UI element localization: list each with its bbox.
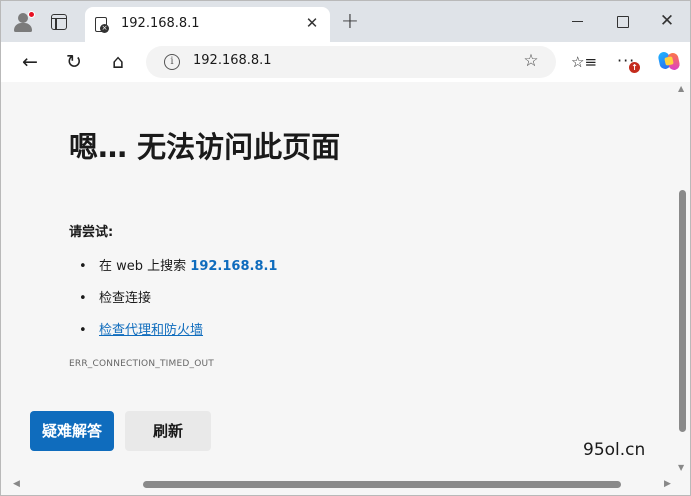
close-window-button[interactable]: ✕: [653, 9, 681, 33]
profile-notification-dot: [28, 11, 35, 18]
scroll-up-icon[interactable]: ▲: [678, 84, 684, 93]
profile-body: [14, 23, 32, 32]
refresh-button[interactable]: 刷新: [125, 411, 211, 451]
profile-head: [18, 13, 28, 23]
horizontal-scroll-thumb[interactable]: [143, 481, 621, 488]
tab-active[interactable]: × 192.168.8.1 ✕: [85, 7, 330, 42]
tab-strip: × 192.168.8.1 ✕ + ✕: [1, 1, 690, 42]
tab-actions-icon[interactable]: [51, 14, 67, 30]
address-url[interactable]: 192.168.8.1: [193, 53, 272, 68]
copilot-icon[interactable]: [657, 50, 681, 72]
bullet: •: [79, 291, 87, 306]
tab-actions-side: [55, 18, 57, 29]
search-web-link[interactable]: 192.168.8.1: [190, 259, 277, 274]
minimize-button[interactable]: [563, 9, 591, 33]
vertical-scroll-thumb[interactable]: [679, 190, 686, 432]
toolbar: ← ↻ ⌂ i 192.168.8.1 ☆ ☆≡ ··· ↑: [1, 42, 690, 82]
scroll-left-icon[interactable]: ◀: [13, 479, 20, 489]
bullet: •: [79, 259, 87, 274]
favicon-badge: ×: [100, 24, 109, 33]
watermark: 95ol.cn: [583, 440, 646, 460]
copilot-shape-c: [664, 56, 674, 66]
site-info-icon[interactable]: i: [164, 54, 180, 70]
list-item: • 在 web 上搜索 192.168.8.1: [79, 255, 277, 274]
refresh-icon[interactable]: ↻: [62, 50, 86, 74]
list-item: • 检查连接: [79, 287, 151, 306]
scroll-right-icon[interactable]: ▶: [664, 479, 671, 489]
update-badge-icon: ↑: [629, 62, 640, 73]
list-item: • 检查代理和防火墙: [79, 319, 203, 338]
browser-window: × 192.168.8.1 ✕ + ✕ ← ↻ ⌂ i 192.168.8.1 …: [0, 0, 691, 496]
horizontal-scrollbar[interactable]: ◀ ▶: [1, 476, 690, 495]
check-proxy-link[interactable]: 检查代理和防火墙: [99, 323, 203, 338]
favorites-list-icon[interactable]: ☆≡: [571, 50, 597, 74]
tab-title: 192.168.8.1: [121, 16, 200, 31]
more-menu-icon[interactable]: ··· ↑: [617, 51, 641, 75]
address-bar[interactable]: i 192.168.8.1 ☆: [146, 46, 556, 78]
favorite-star-icon[interactable]: ☆: [520, 50, 542, 72]
back-icon[interactable]: ←: [18, 50, 42, 74]
check-connection-text: 检查连接: [99, 291, 152, 306]
tab-actions-bar: [51, 14, 67, 19]
bullet: •: [79, 323, 87, 338]
vertical-scrollbar[interactable]: ▲ ▼: [675, 82, 690, 476]
tab-close-icon[interactable]: ✕: [303, 14, 321, 32]
page-title: 嗯… 无法访问此页面: [69, 130, 341, 164]
scroll-down-icon[interactable]: ▼: [678, 463, 684, 472]
error-page: 嗯… 无法访问此页面 请尝试: • 在 web 上搜索 192.168.8.1 •…: [1, 82, 675, 476]
profile-avatar-icon[interactable]: [11, 10, 35, 34]
try-label: 请尝试:: [69, 225, 114, 240]
error-code: ERR_CONNECTION_TIMED_OUT: [69, 359, 214, 369]
page-error-icon: ×: [95, 17, 109, 33]
troubleshoot-button[interactable]: 疑难解答: [30, 411, 114, 451]
search-prefix-text: 在 web 上搜索: [99, 259, 187, 274]
home-icon[interactable]: ⌂: [106, 50, 130, 74]
maximize-button[interactable]: [608, 9, 636, 33]
new-tab-icon[interactable]: +: [340, 11, 360, 33]
